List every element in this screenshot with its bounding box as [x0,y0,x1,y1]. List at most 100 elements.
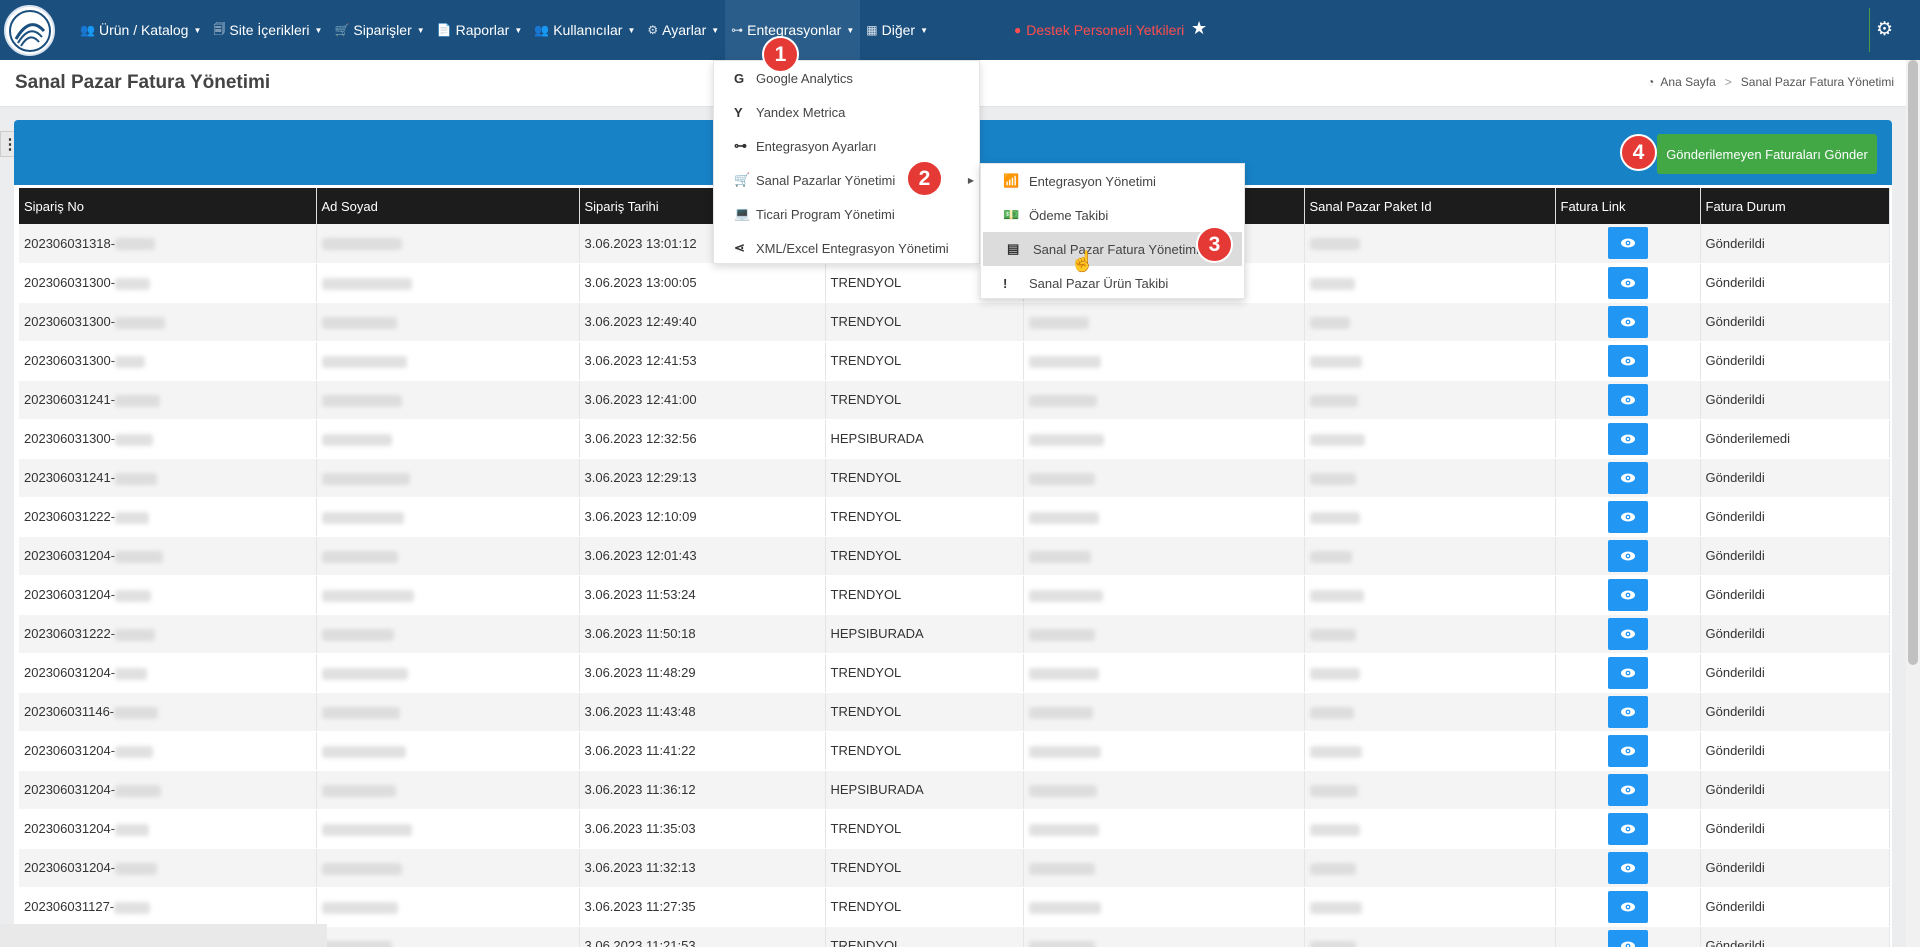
redacted-value [115,316,166,329]
col-header-fatura-link[interactable]: Fatura Link [1555,188,1701,224]
table-row: 202306031146- 3.06.2023 11:43:48 TRENDYOL G… [19,692,1890,732]
view-invoice-button[interactable] [1607,617,1648,650]
support-permissions-link[interactable]: ● Destek Personeli Yetkileri [1014,0,1184,60]
submenu-item-label: Entegrasyon Yönetimi [1029,173,1156,189]
cell-fatura-durum: Gönderildi [1700,224,1890,264]
view-invoice-button[interactable] [1607,305,1648,338]
order-no-text: 202306031127- [24,899,115,914]
view-invoice-button[interactable] [1607,929,1648,947]
submenu-item-entegrasyon-yonetimi[interactable]: 📶 Entegrasyon Yönetimi [981,164,1244,198]
wifi-icon: 📶 [1003,173,1020,188]
view-invoice-button[interactable] [1607,812,1648,845]
view-invoice-button[interactable] [1607,500,1648,533]
view-invoice-button[interactable] [1607,344,1648,377]
menu-item-yandex-metrica[interactable]: Y Yandex Metrica [714,95,979,129]
cell-ad-soyad [316,419,580,459]
eye-icon [1620,745,1636,757]
col-header-siparis-no[interactable]: Sipariş No [19,188,317,224]
nav-item-urun-katalog[interactable]: 👥 Ürün / Katalog ▼ [74,0,207,60]
cell-siparis-no: 202306031300- [19,419,317,459]
order-no-text: 202306031241- [24,392,116,407]
cell-fatura-durum: Gönderildi [1700,497,1890,537]
caret-down-icon: ▼ [920,25,928,35]
col-header-fatura-durum[interactable]: Fatura Durum [1700,188,1890,224]
col-header-ad-soyad[interactable]: Ad Soyad [316,188,580,224]
dashboard-icon: ◔ [1647,75,1655,89]
cell-fatura-link [1555,731,1701,771]
eye-icon [1620,862,1636,874]
eye-icon [1620,706,1636,718]
cell-siparis-id [1023,653,1305,693]
order-no-text: 202306031204- [24,548,116,563]
view-invoice-button[interactable] [1607,734,1648,767]
nav-item-site-icerikleri[interactable]: 🗐 Site İçerikleri ▼ [207,0,328,60]
cell-siparis-no: 202306031204- [19,770,317,810]
favorite-star-icon[interactable]: ★ [1191,18,1207,39]
submenu-item-odeme-takibi[interactable]: 💵 Ödeme Takibi [981,198,1244,232]
cell-pazar: TRENDYOL [825,887,1024,927]
menu-item-google-analytics[interactable]: G Google Analytics [714,61,979,95]
cell-siparis-tarihi: 3.06.2023 12:32:56 [579,419,826,459]
eye-icon [1620,823,1636,835]
cell-siparis-no: 202306031127- [19,887,317,927]
cell-paket-id [1304,419,1556,459]
view-invoice-button[interactable] [1607,656,1648,689]
cell-fatura-durum: Gönderildi [1700,614,1890,654]
step-badge-3: 3 [1196,226,1233,263]
company-logo[interactable] [4,5,55,56]
send-failed-invoices-button[interactable]: Gönderilemeyen Faturaları Gönder [1657,134,1877,174]
redacted-value [115,862,158,875]
view-invoice-button[interactable] [1607,227,1648,260]
cart-icon: 🛒 [734,172,751,187]
order-no-text: 202306031300- [24,431,116,446]
cell-siparis-tarihi: 3.06.2023 12:10:09 [579,497,826,537]
cell-fatura-link [1555,497,1701,537]
view-invoice-button[interactable] [1607,461,1648,494]
col-header-paket-id[interactable]: Sanal Pazar Paket Id [1304,188,1556,224]
view-invoice-button[interactable] [1607,695,1648,728]
menu-item-label: Ticari Program Yönetimi [756,206,895,222]
cell-siparis-tarihi: 3.06.2023 12:49:40 [579,302,826,342]
nav-item-ayarlar[interactable]: ⚙ Ayarlar ▼ [641,0,725,60]
view-invoice-button[interactable] [1607,539,1648,572]
table-row: 202306031204- 3.06.2023 11:36:12 HEPSIBURA… [19,770,1890,810]
order-no-text: 202306031204- [24,782,116,797]
table-row: 202306031300- 3.06.2023 12:32:56 HEPSIBURA… [19,419,1890,459]
cell-paket-id [1304,497,1556,537]
cell-siparis-no: 202306031300- [19,341,317,381]
cogs-icon: ⚙ [647,23,659,37]
menu-item-label: Yandex Metrica [756,104,846,120]
order-no-text: 202306031204- [24,665,116,680]
cell-fatura-link [1555,653,1701,693]
eye-icon [1620,511,1636,523]
view-invoice-button[interactable] [1607,890,1648,923]
redacted-package-id [1309,277,1355,290]
breadcrumb-home[interactable]: Ana Sayfa [1660,75,1715,89]
view-invoice-button[interactable] [1607,773,1648,806]
menu-item-ticari-program[interactable]: 💻 Ticari Program Yönetimi [714,197,979,231]
breadcrumb-separator: > [1724,75,1732,89]
settings-gear-icon[interactable]: ⚙ [1876,18,1893,41]
submenu-item-urun-takibi[interactable]: ! Sanal Pazar Ürün Takibi [981,266,1244,300]
nav-item-diger[interactable]: ▦ Diğer ▼ [860,0,934,60]
redacted-name [321,277,412,290]
redacted-name [321,667,408,680]
view-invoice-button[interactable] [1607,383,1648,416]
nav-item-kullanicilar[interactable]: 👥 Kullanıcılar ▼ [528,0,641,60]
view-invoice-button[interactable] [1607,422,1648,455]
cell-fatura-link [1555,692,1701,732]
view-invoice-button[interactable] [1607,266,1648,299]
cell-fatura-link [1555,224,1701,264]
nav-item-siparisler[interactable]: 🛒 Siparişler ▼ [328,0,430,60]
view-invoice-button[interactable] [1607,851,1648,884]
nav-item-raporlar[interactable]: 📄 Raporlar ▼ [431,0,529,60]
redacted-package-id [1309,823,1360,836]
menu-item-xml-excel[interactable]: ⋖ XML/Excel Entegrasyon Yönetimi [714,231,979,265]
redacted-name [321,940,392,947]
cell-pazar: HEPSIBURADA [825,614,1024,654]
cell-fatura-link [1555,770,1701,810]
table-row: 202306031222- 3.06.2023 11:50:18 HEPSIBURA… [19,614,1890,654]
page-scrollbar-thumb[interactable] [1908,60,1918,665]
menu-item-entegrasyon-ayarlari[interactable]: ⊶ Entegrasyon Ayarları [714,129,979,163]
view-invoice-button[interactable] [1607,578,1648,611]
